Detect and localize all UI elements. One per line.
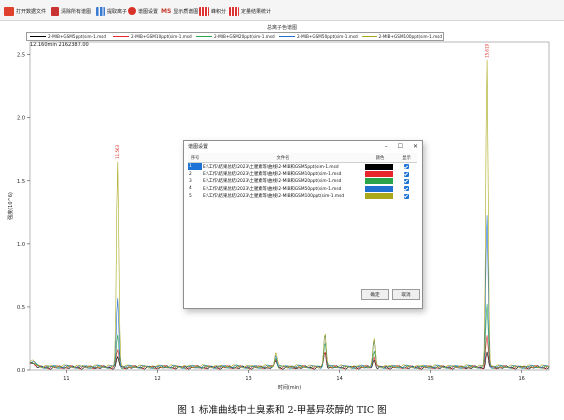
x-axis-label: 时间(min)	[278, 384, 301, 391]
series-line	[29, 303, 550, 370]
row-file-path: E:\工作\结果总结\2023\土腥素等\曲线\2-MIB和GSM100ppt(…	[203, 194, 345, 200]
column-header-show: 显示	[396, 153, 417, 163]
maximize-icon[interactable]: ☐	[398, 143, 403, 150]
row-index: 3	[189, 178, 192, 184]
y-tick-label: 0.5	[17, 305, 25, 311]
peak-label: 15.619	[484, 43, 489, 57]
table-row[interactable]: 5 E:\工作\结果总结\2023\土腥素等\曲线\2-MIB和GSM100ppt…	[188, 193, 417, 200]
dialog-title: 谱图设置	[188, 143, 209, 150]
row-color-cell[interactable]	[364, 185, 396, 192]
row-file-path: E:\工作\结果总结\2023\土腥素等\曲线\2-MIB和GSM20ppt(s…	[203, 179, 342, 185]
row-index: 2	[189, 171, 192, 177]
row-show-cell	[396, 178, 417, 185]
table-row[interactable]: 3 E:\工作\结果总结\2023\土腥素等\曲线\2-MIB和GSM20ppt(…	[188, 178, 417, 185]
table-row[interactable]: 1 E:\工作\结果总结\2023\土腥素等\曲线\2-MIB和GSM5ppt(s…	[188, 162, 417, 171]
x-tick-label: 12	[154, 376, 160, 382]
column-header-color: 颜色	[364, 153, 396, 163]
x-tick-label: 14	[336, 376, 342, 382]
table-row[interactable]: 4 E:\工作\结果总结\2023\土腥素等\曲线\2-MIB和GSM50ppt(…	[188, 185, 417, 192]
row-file-path: E:\工作\结果总结\2023\土腥素等\曲线\2-MIB和GSM50ppt(s…	[203, 186, 342, 192]
column-header-index: 序号	[188, 153, 202, 163]
y-tick-label: 2.0	[17, 116, 25, 122]
row-color-cell[interactable]	[364, 170, 396, 178]
close-icon[interactable]: ✕	[413, 143, 418, 150]
row-color-cell[interactable]	[364, 178, 396, 185]
row-color-cell[interactable]	[364, 163, 396, 171]
y-axis-label: 强度(10^6)	[7, 192, 14, 220]
x-tick-label: 16	[518, 376, 524, 382]
file-table: 序号 文件名 颜色 显示 1 E:\工作\结果总结\2023\土腥素等\曲线\2-…	[188, 153, 417, 200]
row-file-path: E:\工作\结果总结\2023\土腥素等\曲线\2-MIB和GSM10ppt(s…	[203, 172, 342, 178]
y-tick-label: 1.0	[17, 242, 25, 248]
color-swatch[interactable]	[365, 185, 393, 192]
x-tick-label: 11	[63, 376, 69, 382]
row-index: 4	[189, 186, 192, 192]
y-tick-label: 2.5	[17, 53, 25, 59]
column-header-file: 文件名	[202, 153, 364, 163]
show-checkbox[interactable]	[404, 193, 409, 199]
y-tick-label: 0.0	[17, 368, 25, 374]
minimize-icon[interactable]: –	[385, 143, 388, 150]
row-show-cell	[396, 185, 417, 192]
peak-label: 11.563	[115, 144, 120, 158]
row-show-cell	[396, 163, 417, 171]
figure-caption: 图 1 标准曲线中土臭素和 2-甲基异莰醇的 TIC 图	[177, 405, 387, 416]
dialog-titlebar: 谱图设置 – ☐ ✕	[184, 141, 422, 151]
color-swatch[interactable]	[365, 178, 393, 185]
row-file-path: E:\工作\结果总结\2023\土腥素等\曲线\2-MIB和GSM5ppt(si…	[203, 164, 339, 170]
row-color-cell[interactable]	[364, 193, 396, 200]
row-index: 5	[189, 193, 192, 199]
color-swatch[interactable]	[365, 171, 393, 178]
table-row[interactable]: 2 E:\工作\结果总结\2023\土腥素等\曲线\2-MIB和GSM10ppt(…	[188, 170, 417, 178]
show-checkbox[interactable]	[404, 178, 409, 184]
color-swatch[interactable]	[365, 193, 393, 200]
show-checkbox[interactable]	[404, 186, 409, 192]
x-tick-label: 15	[427, 376, 433, 382]
y-tick-label: 1.5	[17, 179, 25, 185]
row-show-cell	[396, 170, 417, 177]
series-line	[29, 335, 549, 370]
color-swatch[interactable]	[365, 163, 393, 170]
show-checkbox[interactable]	[404, 171, 409, 177]
row-index: 1	[188, 162, 202, 171]
ok-button[interactable]: 确定	[361, 289, 389, 300]
chart-settings-dialog: 谱图设置 – ☐ ✕ 序号 文件名 颜色 显示 1 E:\工作\结果总结\2023…	[183, 140, 423, 309]
show-checkbox[interactable]	[404, 164, 409, 170]
x-tick-label: 13	[245, 376, 251, 382]
row-show-cell	[396, 193, 417, 200]
cancel-button[interactable]: 取消	[392, 289, 420, 300]
